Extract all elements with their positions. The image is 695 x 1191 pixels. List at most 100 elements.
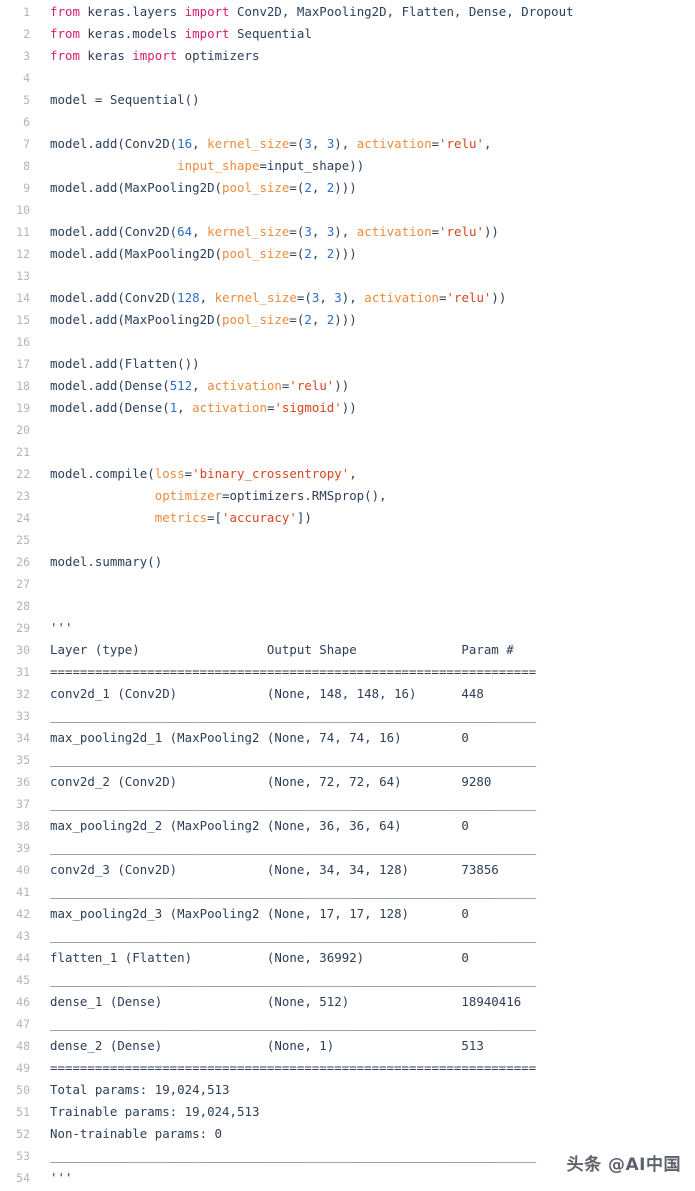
code-line-content[interactable]: ________________________________________… — [30, 837, 695, 859]
code-line-content[interactable]: model.summary() — [30, 551, 695, 573]
code-line[interactable]: 21 — [0, 441, 695, 463]
code-line[interactable]: 22 model.compile(loss='binary_crossentrop… — [0, 463, 695, 485]
code-line[interactable]: 13 — [0, 265, 695, 287]
code-line[interactable]: 9 model.add(MaxPooling2D(pool_size=(2, 2)… — [0, 177, 695, 199]
code-line[interactable]: 6 — [0, 111, 695, 133]
code-line[interactable]: 15 model.add(MaxPooling2D(pool_size=(2, 2… — [0, 309, 695, 331]
code-line-content[interactable]: conv2d_3 (Conv2D) (None, 34, 34, 128) 73… — [30, 859, 695, 881]
code-line[interactable]: 8 input_shape=input_shape)) — [0, 155, 695, 177]
code-line[interactable]: 42 max_pooling2d_3 (MaxPooling2 (None, 17… — [0, 903, 695, 925]
code-line-content[interactable]: metrics=['accuracy']) — [30, 507, 695, 529]
code-line-content[interactable]: ''' — [30, 617, 695, 639]
code-line-content[interactable]: Non-trainable params: 0 — [30, 1123, 695, 1145]
code-editor[interactable]: 1 from keras.layers import Conv2D, MaxPoo… — [0, 0, 695, 1191]
code-line-content[interactable]: ________________________________________… — [30, 881, 695, 903]
code-line-content[interactable]: from keras.models import Sequential — [30, 23, 695, 45]
code-line[interactable]: 19 model.add(Dense(1, activation='sigmoid… — [0, 397, 695, 419]
code-line[interactable]: 17 model.add(Flatten()) — [0, 353, 695, 375]
code-line[interactable]: 23 optimizer=optimizers.RMSprop(), — [0, 485, 695, 507]
code-line-content[interactable]: flatten_1 (Flatten) (None, 36992) 0 — [30, 947, 695, 969]
code-line-content[interactable]: ________________________________________… — [30, 705, 695, 727]
code-line[interactable]: 46 dense_1 (Dense) (None, 512) 18940416 — [0, 991, 695, 1013]
code-line[interactable]: 38 max_pooling2d_2 (MaxPooling2 (None, 36… — [0, 815, 695, 837]
code-line[interactable]: 26 model.summary() — [0, 551, 695, 573]
code-line-content[interactable] — [30, 331, 695, 353]
code-line-content[interactable]: dense_1 (Dense) (None, 512) 18940416 — [30, 991, 695, 1013]
code-line-content[interactable]: ========================================… — [30, 661, 695, 683]
code-line-content[interactable] — [30, 67, 695, 89]
code-line[interactable]: 3 from keras import optimizers — [0, 45, 695, 67]
code-line[interactable]: 16 — [0, 331, 695, 353]
code-line-content[interactable]: model.add(Conv2D(64, kernel_size=(3, 3),… — [30, 221, 695, 243]
code-line[interactable]: 11 model.add(Conv2D(64, kernel_size=(3, 3… — [0, 221, 695, 243]
code-line-content[interactable]: ________________________________________… — [30, 749, 695, 771]
code-line[interactable]: 34 max_pooling2d_1 (MaxPooling2 (None, 74… — [0, 727, 695, 749]
code-line[interactable]: 24 metrics=['accuracy']) — [0, 507, 695, 529]
code-line[interactable]: 36 conv2d_2 (Conv2D) (None, 72, 72, 64) 9… — [0, 771, 695, 793]
code-line[interactable]: 18 model.add(Dense(512, activation='relu'… — [0, 375, 695, 397]
code-line-content[interactable] — [30, 441, 695, 463]
code-line[interactable]: 4 — [0, 67, 695, 89]
code-line[interactable]: 52 Non-trainable params: 0 — [0, 1123, 695, 1145]
code-line-content[interactable] — [30, 529, 695, 551]
code-line[interactable]: 41 ______________________________________… — [0, 881, 695, 903]
code-line[interactable]: 10 — [0, 199, 695, 221]
code-line[interactable]: 45 ______________________________________… — [0, 969, 695, 991]
code-line-content[interactable]: model.add(Dense(512, activation='relu')) — [30, 375, 695, 397]
code-line-content[interactable] — [30, 595, 695, 617]
code-line-content[interactable]: conv2d_2 (Conv2D) (None, 72, 72, 64) 928… — [30, 771, 695, 793]
code-line-content[interactable]: model.add(Conv2D(16, kernel_size=(3, 3),… — [30, 133, 695, 155]
code-line[interactable]: 28 — [0, 595, 695, 617]
code-line-content[interactable]: optimizer=optimizers.RMSprop(), — [30, 485, 695, 507]
code-line-content[interactable]: dense_2 (Dense) (None, 1) 513 — [30, 1035, 695, 1057]
code-line-content[interactable]: ========================================… — [30, 1057, 695, 1079]
code-line[interactable]: 30 Layer (type) Output Shape Param # — [0, 639, 695, 661]
code-line-content[interactable] — [30, 265, 695, 287]
code-line[interactable]: 47 ______________________________________… — [0, 1013, 695, 1035]
code-line[interactable]: 7 model.add(Conv2D(16, kernel_size=(3, 3)… — [0, 133, 695, 155]
code-line-content[interactable]: model.add(Flatten()) — [30, 353, 695, 375]
code-line-content[interactable]: max_pooling2d_1 (MaxPooling2 (None, 74, … — [30, 727, 695, 749]
code-line[interactable]: 1 from keras.layers import Conv2D, MaxPoo… — [0, 1, 695, 23]
code-line-content[interactable]: max_pooling2d_3 (MaxPooling2 (None, 17, … — [30, 903, 695, 925]
code-line-content[interactable]: max_pooling2d_2 (MaxPooling2 (None, 36, … — [30, 815, 695, 837]
code-line[interactable]: 25 — [0, 529, 695, 551]
code-line-content[interactable]: input_shape=input_shape)) — [30, 155, 695, 177]
code-line[interactable]: 2 from keras.models import Sequential — [0, 23, 695, 45]
code-line-content[interactable]: conv2d_1 (Conv2D) (None, 148, 148, 16) 4… — [30, 683, 695, 705]
code-line-content[interactable]: ________________________________________… — [30, 793, 695, 815]
code-line[interactable]: 39 ______________________________________… — [0, 837, 695, 859]
code-line-content[interactable]: ________________________________________… — [30, 969, 695, 991]
code-line[interactable]: 14 model.add(Conv2D(128, kernel_size=(3, … — [0, 287, 695, 309]
code-line[interactable]: 20 — [0, 419, 695, 441]
code-line[interactable]: 31 ======================================… — [0, 661, 695, 683]
code-line-content[interactable]: Trainable params: 19,024,513 — [30, 1101, 695, 1123]
code-line-content[interactable]: Total params: 19,024,513 — [30, 1079, 695, 1101]
code-line-content[interactable] — [30, 199, 695, 221]
code-line[interactable]: 37 ______________________________________… — [0, 793, 695, 815]
code-line[interactable]: 50 Total params: 19,024,513 — [0, 1079, 695, 1101]
code-line-content[interactable]: model.add(Conv2D(128, kernel_size=(3, 3)… — [30, 287, 695, 309]
code-line-content[interactable]: from keras.layers import Conv2D, MaxPool… — [30, 1, 695, 23]
code-line[interactable]: 29 ''' — [0, 617, 695, 639]
code-line-content[interactable]: Layer (type) Output Shape Param # — [30, 639, 695, 661]
code-line[interactable]: 35 ______________________________________… — [0, 749, 695, 771]
code-line-content[interactable] — [30, 111, 695, 133]
code-line[interactable]: 43 ______________________________________… — [0, 925, 695, 947]
code-line-content[interactable]: ________________________________________… — [30, 925, 695, 947]
code-line[interactable]: 49 ======================================… — [0, 1057, 695, 1079]
code-line[interactable]: 12 model.add(MaxPooling2D(pool_size=(2, 2… — [0, 243, 695, 265]
code-line[interactable]: 40 conv2d_3 (Conv2D) (None, 34, 34, 128) … — [0, 859, 695, 881]
code-line[interactable]: 32 conv2d_1 (Conv2D) (None, 148, 148, 16)… — [0, 683, 695, 705]
code-line[interactable]: 33 ______________________________________… — [0, 705, 695, 727]
code-line[interactable]: 5 model = Sequential() — [0, 89, 695, 111]
code-line-content[interactable] — [30, 573, 695, 595]
code-line[interactable]: 51 Trainable params: 19,024,513 — [0, 1101, 695, 1123]
code-line-content[interactable]: ________________________________________… — [30, 1013, 695, 1035]
code-line-content[interactable]: model.add(MaxPooling2D(pool_size=(2, 2))… — [30, 177, 695, 199]
code-line[interactable]: 48 dense_2 (Dense) (None, 1) 513 — [0, 1035, 695, 1057]
code-line-content[interactable]: model = Sequential() — [30, 89, 695, 111]
code-line-content[interactable]: model.compile(loss='binary_crossentropy'… — [30, 463, 695, 485]
code-line[interactable]: 44 flatten_1 (Flatten) (None, 36992) 0 — [0, 947, 695, 969]
code-line[interactable]: 27 — [0, 573, 695, 595]
